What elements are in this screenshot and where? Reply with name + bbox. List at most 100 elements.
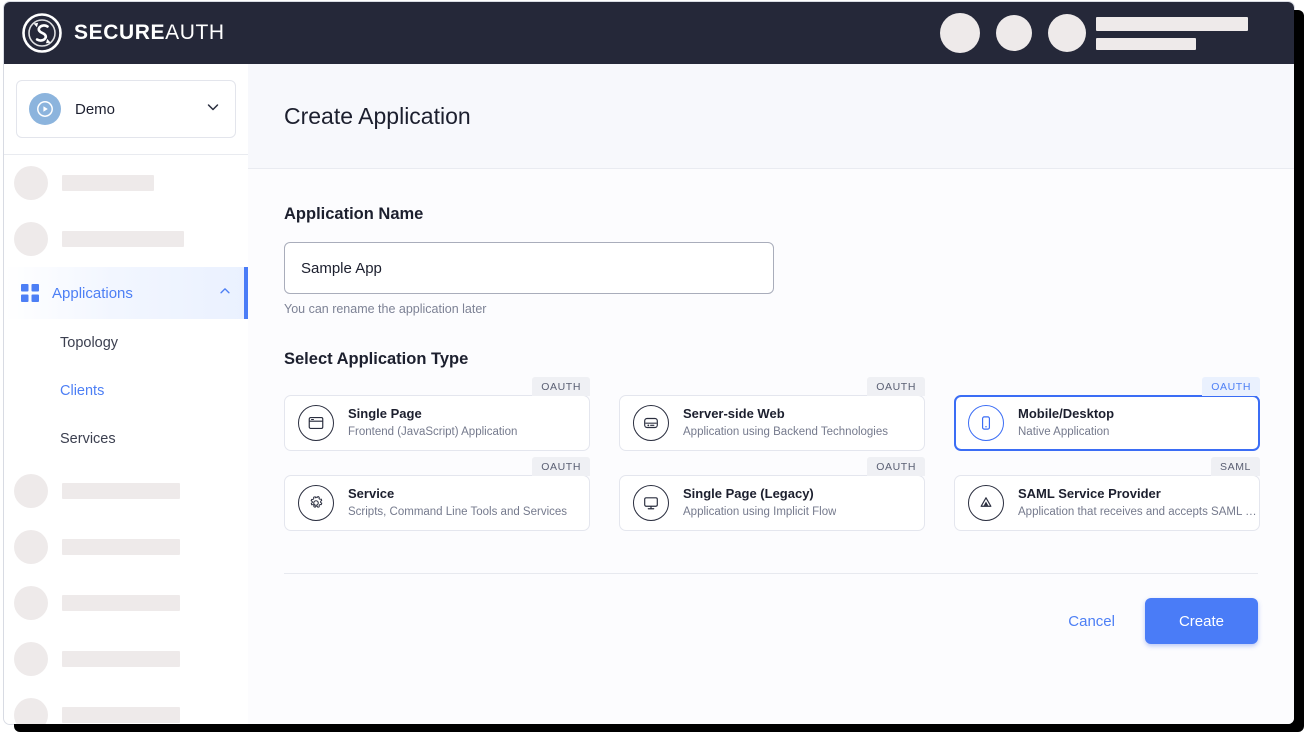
brand-name-bold: SECURE [74,21,166,44]
page-header: Create Application [248,64,1294,169]
mobile-phone-icon [968,405,1004,441]
gear-icon [298,485,334,521]
sidebar-skeleton-item [4,687,248,724]
skeleton-line [62,595,180,611]
app-type-title: Single Page [348,406,422,421]
chevron-down-icon[interactable] [205,99,221,120]
app-type-option[interactable]: OAUTH Server-side Web Application using … [619,377,925,451]
brand[interactable]: SECUREAUTH [4,11,225,55]
app-type-subtitle: Application using Implicit Flow [683,506,837,518]
page-title: Create Application [284,102,471,129]
app-type-title: SAML Service Provider [1018,486,1161,501]
app-type-card-service[interactable]: Service Scripts, Command Line Tools and … [284,475,590,531]
skeleton-line [62,231,184,247]
app-type-subtitle: Native Application [1018,426,1110,438]
app-type-text: Service Scripts, Command Line Tools and … [348,486,567,520]
app-type-title: Mobile/Desktop [1018,406,1115,421]
app-type-text: SAML Service Provider Application that r… [1018,486,1258,520]
app-type-card-single-page[interactable]: Single Page Frontend (JavaScript) Applic… [284,395,590,451]
brand-name: SECUREAUTH [74,21,225,45]
form-actions: Cancel Create [284,574,1258,644]
sidebar: Demo Applications Topology Clients Servi… [4,64,249,724]
app-type-title: Server-side Web [683,406,785,421]
top-bar-right [940,13,1294,53]
skeleton-avatar [14,642,48,676]
app-type-card-saml-service-provider[interactable]: SAML Service Provider Application that r… [954,475,1260,531]
play-circle-icon [29,93,61,125]
app-type-option[interactable]: SAML SAML Service Provider Application t… [954,457,1260,531]
protocol-badge: OAUTH [867,457,925,476]
org-name: Demo [75,100,116,118]
protocol-badge: OAUTH [867,377,925,396]
skeleton-avatar [14,530,48,564]
skeleton-line [1096,37,1196,50]
skeleton-line [62,483,180,499]
browser-window-icon [298,405,334,441]
user-menu[interactable] [1048,14,1248,52]
sidebar-item-applications[interactable]: Applications [4,267,248,319]
sidebar-item-clients[interactable]: Clients [4,367,248,415]
skeleton-line [62,539,180,555]
org-selector[interactable]: Demo [16,80,236,138]
skeleton-line [62,651,180,667]
top-bar: SECUREAUTH [4,2,1294,64]
app-type-option[interactable]: OAUTH Single Page (Legacy) Application u… [619,457,925,531]
secureauth-logo-icon [20,11,64,55]
app-type-card-server-side-web[interactable]: Server-side Web Application using Backen… [619,395,925,451]
skeleton-avatar [14,166,48,200]
protocol-badge: OAUTH [532,457,590,476]
skeleton-avatar [14,698,48,724]
grid-icon [18,281,42,305]
cancel-button[interactable]: Cancel [1046,601,1137,642]
skeleton-avatar [940,13,980,53]
app-type-card-single-page-legacy[interactable]: Single Page (Legacy) Application using I… [619,475,925,531]
app-root: SECUREAUTH Demo Applications Topology Cl… [0,0,1308,735]
avatar [1048,14,1086,52]
skeleton-line [1096,16,1248,31]
skeleton-avatar [14,222,48,256]
app-type-text: Single Page (Legacy) Application using I… [683,486,836,520]
sidebar-skeleton-item [4,519,248,575]
sidebar-skeleton-item [4,575,248,631]
sidebar-skeleton-item [4,155,248,211]
chevron-up-icon[interactable] [218,284,232,303]
sidebar-item-topology[interactable]: Topology [4,319,248,367]
skeleton-user-lines [1096,16,1248,50]
app-type-subtitle: Application using Backend Technologies [683,426,889,438]
app-type-option-selected[interactable]: OAUTH Mobile/Desktop Native Application [954,377,1260,451]
app-type-text: Single Page Frontend (JavaScript) Applic… [348,406,517,440]
application-name-help: You can rename the application later [284,302,487,316]
app-type-text: Server-side Web Application using Backen… [683,406,888,440]
app-type-subtitle: Application that receives and accepts SA… [1018,506,1258,518]
application-name-input[interactable] [284,242,774,294]
app-type-option[interactable]: OAUTH Service Scripts, Command Line Tool… [284,457,590,531]
app-type-card-mobile-desktop[interactable]: Mobile/Desktop Native Application [954,395,1260,451]
create-button[interactable]: Create [1144,598,1258,644]
sidebar-skeleton-item [4,211,248,267]
app-type-text: Mobile/Desktop Native Application [1018,406,1114,440]
app-type-subtitle: Scripts, Command Line Tools and Services [348,506,568,518]
brand-name-light: AUTH [165,21,225,44]
app-type-title: Single Page (Legacy) [683,486,814,501]
skeleton-line [62,175,154,191]
main-content: Create Application Application Name You … [248,64,1294,724]
sidebar-skeleton-item [4,631,248,687]
app-type-subtitle: Frontend (JavaScript) Application [348,426,518,438]
skeleton-avatar [14,474,48,508]
skeleton-line [62,707,180,723]
app-type-option[interactable]: OAUTH Single Page Frontend (JavaScript) … [284,377,590,451]
browser-window: SECUREAUTH Demo Applications Topology Cl… [4,2,1294,724]
create-application-form: Application Name You can rename the appl… [248,169,1294,644]
sidebar-skeleton-item [4,463,248,519]
application-type-label: Select Application Type [284,350,469,368]
protocol-badge: SAML [1211,457,1260,476]
sidebar-item-services[interactable]: Services [4,415,248,463]
sidebar-item-label: Applications [52,284,133,302]
server-icon [633,405,669,441]
saml-triangle-icon [968,485,1004,521]
skeleton-avatar [996,15,1032,51]
skeleton-avatar [14,586,48,620]
application-name-label: Application Name [284,205,424,223]
monitor-icon [633,485,669,521]
protocol-badge: OAUTH [1202,377,1260,396]
